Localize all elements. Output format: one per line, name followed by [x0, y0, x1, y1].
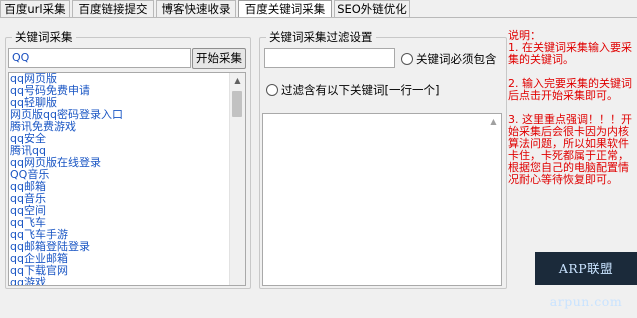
filter-settings-title: 关键词采集过滤设置 [266, 30, 376, 44]
must-include-input[interactable] [264, 48, 395, 68]
scroll-up-arrow-icon[interactable]: ▲ [486, 114, 501, 129]
instructions-note: 说明： 1. 在关键词采集输入要采集的关键词。 2. 输入完要采集的关键词后点击… [508, 29, 632, 186]
tab-strip: 百度url采集 百度链接提交 博客快速收录 百度关键词采集 SEO外链优化 [0, 0, 637, 19]
exclude-keywords-label: 过滤含有以下关键词[一行一个] [281, 83, 440, 97]
exclude-keywords-textarea[interactable]: ▲ [262, 113, 502, 286]
watermark-badge: ARP联盟 arpun.com [535, 252, 637, 309]
results-container: qq网页版 qq号码免费申请 qq轻聊版 网页版qq密码登录入口 腾讯免费游戏 qq安全腾… [9, 73, 245, 285]
must-include-label: 关键词必须包含 [416, 52, 497, 66]
tab-page: 关键词采集 QQ 开始采集 qq网页版 qq号码免费申请 qq轻聊版 网页版qq密码登… [0, 18, 637, 309]
keyword-input[interactable]: QQ [8, 48, 191, 68]
tab-baidu-link-submit[interactable]: 百度链接提交 [72, 0, 154, 17]
start-collect-button[interactable]: 开始采集 [192, 48, 246, 69]
exclude-keywords-radio[interactable]: 过滤含有以下关键词[一行一个] [266, 82, 439, 98]
results-scrollbar[interactable]: ▲ [229, 73, 245, 285]
tab-seo-backlink[interactable]: SEO外链优化 [334, 0, 410, 17]
keyword-results-list[interactable]: qq网页版 qq号码免费申请 qq轻聊版 网页版qq密码登录入口 腾讯免费游戏 qq安全腾… [8, 72, 246, 286]
tab-blog-fast-index[interactable]: 博客快速收录 [156, 0, 236, 17]
keyword-collect-title: 关键词采集 [12, 30, 76, 44]
radio-circle-icon [266, 84, 278, 96]
must-include-radio[interactable]: 关键词必须包含 [401, 51, 497, 67]
textarea-scrollbar[interactable]: ▲ [486, 114, 501, 285]
filter-settings-group: 关键词采集过滤设置 关键词必须包含 过滤含有以下关键词[一行一个] ▲ [259, 30, 507, 289]
scroll-thumb[interactable] [232, 91, 242, 117]
tab-baidu-url-collect[interactable]: 百度url采集 [0, 0, 70, 17]
keyword-collect-group: 关键词采集 QQ 开始采集 qq网页版 qq号码免费申请 qq轻聊版 网页版qq密码登… [5, 30, 251, 289]
scroll-up-arrow-icon[interactable]: ▲ [230, 73, 245, 88]
radio-circle-icon [401, 53, 413, 65]
